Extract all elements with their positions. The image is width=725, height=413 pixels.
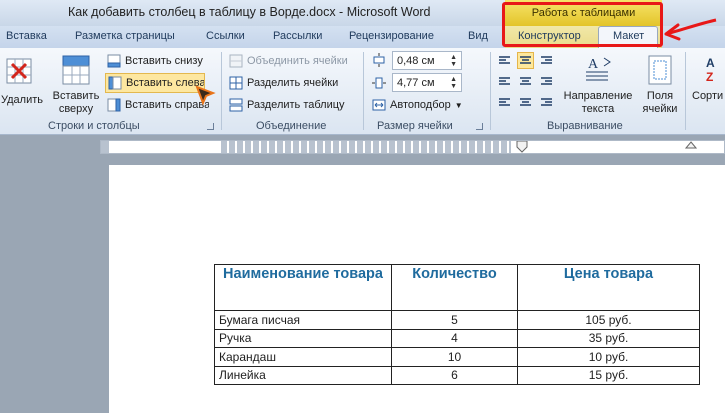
insert-right-icon (107, 98, 121, 112)
split-cells-icon (229, 76, 243, 90)
table-header-cell[interactable]: Цена товара (517, 264, 700, 311)
split-table-button[interactable]: Разделить таблицу (229, 95, 345, 115)
row-height-stepper[interactable]: 0,48 см ▲ ▼ (392, 51, 462, 70)
table-cell[interactable]: 10 руб. (517, 347, 700, 367)
horizontal-ruler[interactable] (100, 140, 725, 154)
group-separator (490, 52, 491, 130)
insert-above-button[interactable]: Вставить сверху (48, 52, 104, 118)
cell-size-group-label: Размер ячейки (377, 120, 453, 132)
cell-margins-label-1: Поля (646, 90, 674, 102)
table-header-row: Наименование товара Количество Цена това… (214, 264, 700, 311)
row-height-value: 0,48 см (397, 54, 435, 67)
tab-mailings[interactable]: Рассылки (273, 30, 322, 42)
tab-review[interactable]: Рецензирование (349, 30, 434, 42)
alignment-group-label: Выравнивание (547, 120, 623, 132)
autofit-icon (372, 99, 386, 111)
group-separator (685, 52, 686, 130)
tab-view[interactable]: Вид (468, 30, 488, 42)
rows-cols-launcher-icon[interactable] (207, 123, 214, 130)
table-cell[interactable]: 5 (391, 310, 518, 330)
cell-margins-icon (648, 55, 672, 85)
text-direction-button[interactable]: A Направление текста (562, 52, 634, 118)
table-cell[interactable]: Линейка (214, 365, 392, 385)
window-title: Как добавить столбец в таблицу в Ворде.d… (68, 5, 431, 19)
table-cell[interactable]: Бумага писчая (214, 310, 392, 330)
table-header-cell[interactable]: Наименование товара (214, 264, 392, 311)
sort-label: Сорти (692, 90, 724, 102)
cell-size-launcher-icon[interactable] (476, 123, 483, 130)
chevron-down-icon: ▼ (454, 100, 463, 110)
ruler-right-indent-icon[interactable] (685, 141, 697, 153)
autofit-button[interactable]: Автоподбор ▼ (372, 95, 463, 115)
split-cells-label: Разделить ячейки (247, 77, 339, 89)
split-table-icon (229, 98, 243, 112)
alignment-grid (496, 52, 558, 114)
insert-left-button[interactable]: Вставить слева (105, 73, 205, 93)
ruler-column-marker-icon[interactable] (515, 141, 529, 153)
text-direction-label-2: текста (581, 103, 615, 115)
column-width-stepper[interactable]: 4,77 см ▲ ▼ (392, 73, 462, 92)
group-separator (363, 52, 364, 130)
tab-insert[interactable]: Вставка (6, 30, 47, 42)
insert-above-label-1: Вставить (52, 90, 100, 102)
table-row: Ручка 4 35 руб. (214, 328, 700, 348)
insert-above-label-2: сверху (58, 103, 94, 115)
insert-below-label: Вставить снизу (125, 55, 203, 67)
insert-above-icon (62, 55, 90, 85)
ribbon-panel: Удалить Вставить сверху Вставить снизу В… (0, 48, 725, 135)
merge-cells-button[interactable]: Объединить ячейки (229, 51, 348, 71)
ruler-margin-left (101, 141, 109, 153)
insert-left-icon (108, 76, 122, 90)
autofit-label: Автоподбор (390, 99, 451, 111)
table-cell[interactable]: Ручка (214, 328, 392, 348)
svg-text:A: A (588, 57, 599, 72)
text-direction-label-1: Направление (563, 90, 633, 102)
text-direction-icon: A (586, 57, 611, 81)
svg-text:A: A (706, 56, 715, 70)
merge-cells-label: Объединить ячейки (247, 55, 348, 67)
row-height-icon (373, 53, 385, 67)
split-cells-button[interactable]: Разделить ячейки (229, 73, 338, 93)
annotation-arrow-icon (664, 18, 717, 41)
table-cell[interactable]: 4 (391, 328, 518, 348)
table-cell[interactable]: Карандаш (214, 347, 392, 367)
insert-below-button[interactable]: Вставить снизу (107, 51, 203, 71)
merge-group-label: Объединение (256, 120, 327, 132)
merge-cells-icon (229, 54, 243, 68)
sort-icon: A Z (706, 56, 715, 84)
column-width-icon (372, 77, 386, 89)
table-cell[interactable]: 35 руб. (517, 328, 700, 348)
delete-label: Удалить (1, 94, 43, 106)
mouse-cursor-icon (195, 85, 216, 106)
tab-references[interactable]: Ссылки (206, 30, 245, 42)
table-cell[interactable]: 6 (391, 365, 518, 385)
split-table-label: Разделить таблицу (247, 99, 345, 111)
rows-cols-group-label: Строки и столбцы (48, 120, 140, 132)
table-header-cell[interactable]: Количество (391, 264, 518, 311)
cell-margins-button[interactable]: Поля ячейки (638, 52, 682, 118)
table-cell[interactable]: 105 руб. (517, 310, 700, 330)
delete-button[interactable]: Удалить (0, 52, 44, 112)
table-row: Бумага писчая 5 105 руб. (214, 310, 700, 330)
alignment-icons (499, 56, 552, 106)
svg-text:Z: Z (706, 70, 713, 84)
tab-page-layout[interactable]: Разметка страницы (75, 30, 175, 42)
table-cell[interactable]: 15 руб. (517, 365, 700, 385)
document-table[interactable]: Наименование товара Количество Цена това… (214, 264, 700, 385)
column-width-value: 4,77 см (397, 76, 435, 89)
ruler-table-markers (221, 141, 511, 153)
spin-arrows-icon[interactable]: ▲ ▼ (450, 54, 457, 68)
table-row: Линейка 6 15 руб. (214, 365, 700, 385)
sort-button[interactable]: A Z Сорти (690, 52, 725, 118)
annotation-highlight-box (502, 2, 663, 47)
group-separator (221, 52, 222, 130)
cell-margins-label-2: ячейки (642, 103, 678, 115)
delete-table-icon (6, 58, 32, 84)
table-row: Карандаш 10 10 руб. (214, 347, 700, 367)
table-cell[interactable]: 10 (391, 347, 518, 367)
insert-below-icon (107, 54, 121, 68)
spin-arrows-icon[interactable]: ▲ ▼ (450, 76, 457, 90)
